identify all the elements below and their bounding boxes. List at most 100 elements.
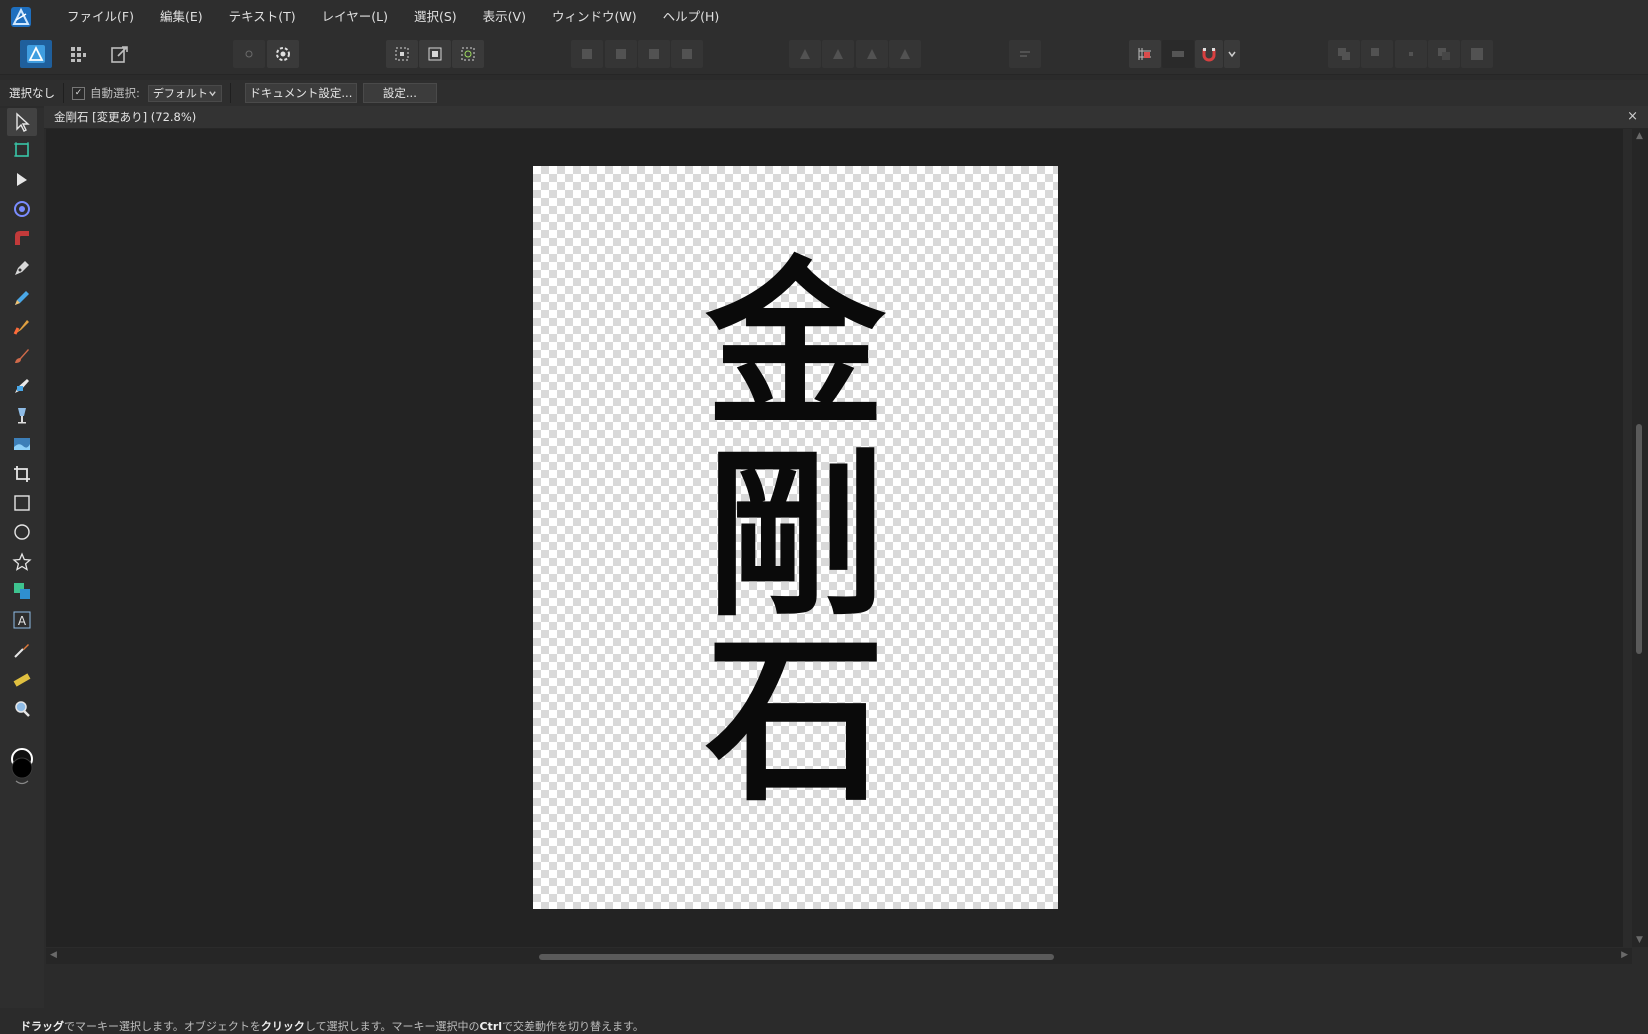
star-tool-icon[interactable] [7, 548, 37, 576]
export-persona-button[interactable] [104, 40, 136, 68]
ellipse-tool-icon[interactable] [7, 518, 37, 546]
boolean-intersect-button[interactable] [1395, 40, 1427, 68]
fill-tool-icon[interactable] [7, 401, 37, 429]
align-button[interactable] [1009, 40, 1041, 68]
artistic-text-tool-icon[interactable]: A [7, 606, 37, 634]
artwork-character-1[interactable]: 金 [533, 256, 1058, 436]
select-all-button[interactable] [419, 40, 451, 68]
boolean-subtract-icon [1371, 48, 1379, 56]
select-intersect-button[interactable] [452, 40, 484, 68]
document-tab[interactable]: 金剛石 [変更あり] (72.8%) × [44, 106, 1648, 129]
transform-button-3[interactable] [856, 40, 888, 68]
arrange-button-4[interactable] [671, 40, 703, 68]
close-document-icon[interactable]: × [1627, 106, 1638, 128]
zoom-tool-icon[interactable] [7, 695, 37, 723]
gear-icon [276, 47, 290, 61]
main-toolbar [0, 34, 1648, 75]
scroll-down-icon[interactable]: ▼ [1636, 935, 1643, 945]
scroll-right-icon[interactable]: ▶ [1621, 950, 1628, 960]
swap-colors-icon[interactable] [15, 780, 29, 785]
menu-layer[interactable]: レイヤー(L) [309, 0, 401, 34]
vector-brush-tool-icon[interactable] [7, 313, 37, 341]
snapping-toggle-button[interactable] [1195, 40, 1223, 68]
status-hint-drag: ドラッグ [20, 1020, 64, 1033]
menu-view[interactable]: 表示(V) [470, 0, 539, 34]
boolean-intersect-icon [1409, 52, 1413, 56]
document-title: 金剛石 [変更あり] (72.8%) [54, 110, 197, 124]
document-setup-button[interactable]: ドキュメント設定... [244, 83, 357, 103]
align-icon [1020, 51, 1030, 57]
fill-color-swatch[interactable] [11, 757, 33, 779]
arrange-button-1[interactable] [571, 40, 603, 68]
arrange-button-2[interactable] [605, 40, 637, 68]
divider [229, 83, 231, 103]
snapping-dropdown-button[interactable] [1224, 40, 1240, 68]
menu-file[interactable]: ファイル(F) [54, 0, 147, 34]
arrange-icon [616, 49, 626, 59]
transparency-tool-icon[interactable] [7, 430, 37, 458]
boolean-add-button[interactable] [1328, 40, 1360, 68]
chevron-down-icon [209, 90, 216, 96]
transform-button-2[interactable] [822, 40, 854, 68]
pen-tool-icon[interactable] [7, 254, 37, 282]
boolean-xor-icon [1438, 48, 1450, 60]
corner-tool-icon[interactable] [7, 224, 37, 252]
menu-select[interactable]: 選択(S) [401, 0, 470, 34]
snap-grid-button[interactable] [1129, 40, 1161, 68]
scroll-left-icon[interactable]: ◀ [50, 950, 57, 960]
menu-text[interactable]: テキスト(T) [216, 0, 309, 34]
chevron-down-icon [1228, 51, 1236, 58]
shape-builder-tool-icon[interactable] [7, 577, 37, 605]
view-mode-button[interactable] [233, 40, 265, 68]
measure-tool-icon[interactable] [7, 666, 37, 694]
node-tool-icon[interactable] [7, 166, 37, 194]
affinity-designer-logo-icon[interactable] [10, 6, 32, 28]
auto-select-dropdown[interactable]: デフォルト [147, 84, 222, 102]
menu-edit[interactable]: 編集(E) [147, 0, 216, 34]
status-hint-text: して選択します。マーキー選択中の [304, 1020, 480, 1033]
color-picker-tool-icon[interactable] [7, 636, 37, 664]
snap-mode-button[interactable] [1162, 40, 1194, 68]
menu-help[interactable]: ヘルプ(H) [650, 0, 733, 34]
boolean-subtract-button[interactable] [1361, 40, 1393, 68]
crop-tool-icon[interactable] [7, 460, 37, 488]
status-hint-ctrl: Ctrl [479, 1020, 503, 1033]
tools-panel: A [0, 108, 44, 1008]
pixel-brush-tool-icon[interactable] [7, 372, 37, 400]
settings-dialog-button[interactable]: 設定... [362, 83, 437, 103]
arrange-icon [582, 49, 592, 59]
snap-mode-icon [1172, 51, 1184, 57]
settings-button[interactable] [267, 40, 299, 68]
auto-select-checkbox[interactable]: ✓ [72, 86, 85, 100]
status-hint-text: でマーキー選択します。オブジェクトを [64, 1020, 261, 1033]
transform-button-1[interactable] [789, 40, 821, 68]
boolean-divide-button[interactable] [1461, 40, 1493, 68]
artboard-tool-icon[interactable] [7, 136, 37, 164]
select-grid-icon [395, 47, 409, 61]
designer-persona-button[interactable] [20, 40, 52, 68]
arrange-icon [649, 49, 659, 59]
artwork-character-3[interactable]: 石 [533, 631, 1058, 811]
rectangle-tool-icon[interactable] [7, 489, 37, 517]
document-artboard[interactable]: 金 剛 石 [533, 166, 1058, 909]
contour-tool-icon[interactable] [7, 195, 37, 223]
auto-select-label: 自動選択: [90, 86, 140, 100]
artwork-character-2[interactable]: 剛 [533, 446, 1058, 626]
boolean-xor-button[interactable] [1428, 40, 1460, 68]
scroll-up-icon[interactable]: ▲ [1636, 131, 1643, 141]
transform-button-4[interactable] [889, 40, 921, 68]
pixel-persona-button[interactable] [62, 40, 94, 68]
fill-stroke-swatches[interactable] [9, 748, 35, 785]
marquee-select-button[interactable] [386, 40, 418, 68]
pencil-tool-icon[interactable] [7, 284, 37, 312]
paint-brush-tool-icon[interactable] [7, 342, 37, 370]
arrange-button-3[interactable] [638, 40, 670, 68]
move-tool-icon[interactable] [7, 108, 37, 136]
menu-window[interactable]: ウィンドウ(W) [539, 0, 650, 34]
select-intersect-icon [461, 47, 475, 61]
flip-icon [800, 49, 810, 59]
vertical-scroll-thumb[interactable] [1636, 424, 1642, 654]
auto-select-value: デフォルト [152, 87, 208, 100]
horizontal-scroll-thumb[interactable] [539, 954, 1054, 960]
boolean-divide-icon [1471, 48, 1483, 60]
